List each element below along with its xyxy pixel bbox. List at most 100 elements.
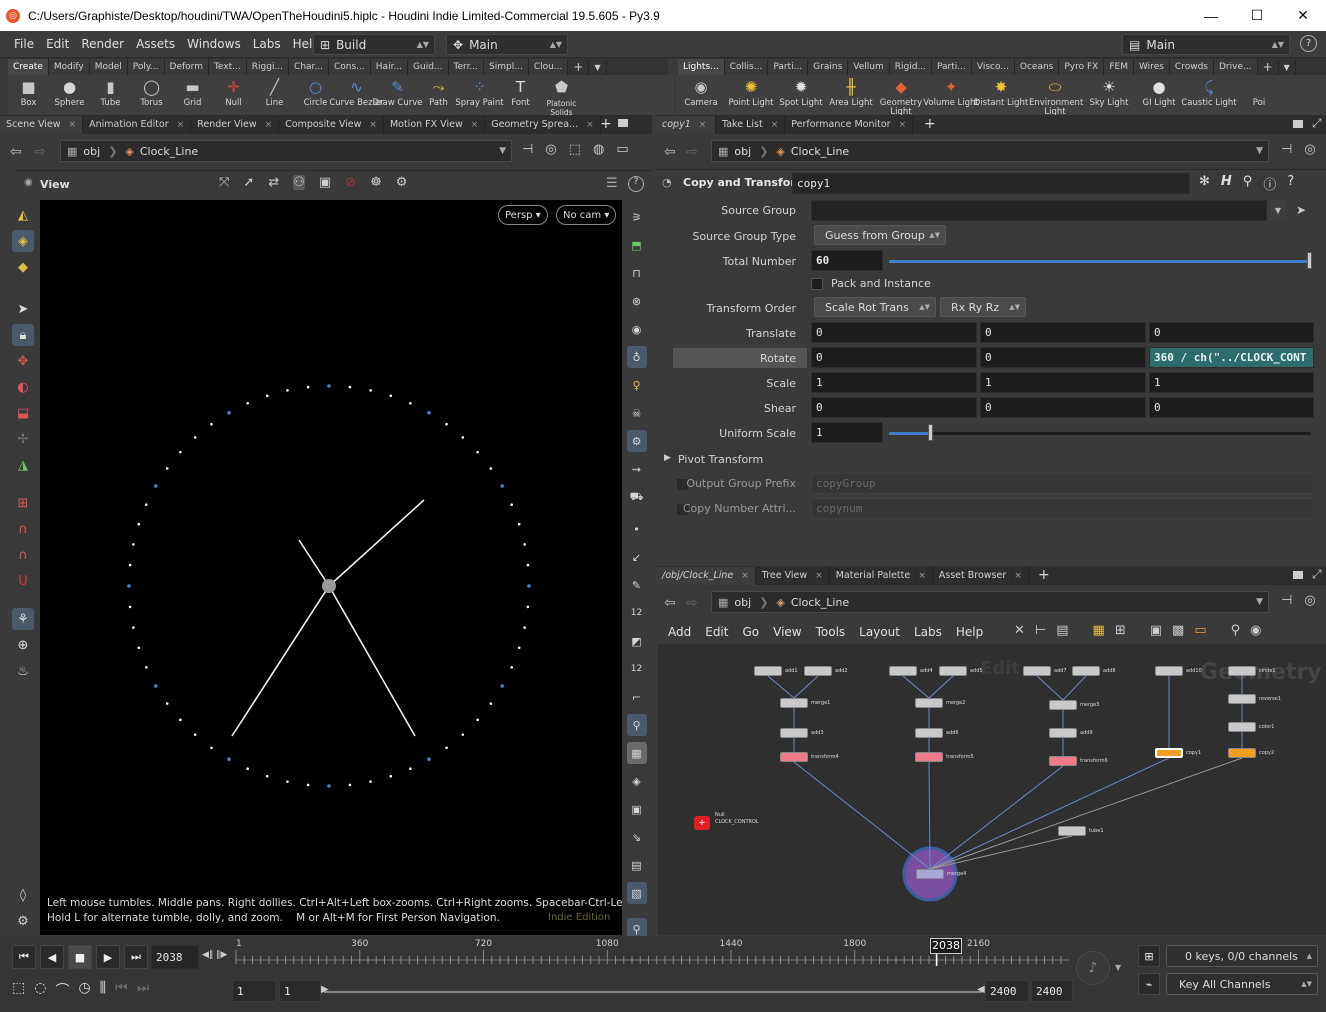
- shelf-tool-null[interactable]: ✛ Null: [213, 75, 254, 115]
- close-tab-icon[interactable]: ×: [771, 120, 779, 130]
- pane-menu-icon[interactable]: [1293, 120, 1303, 128]
- range-start-field-2[interactable]: 1: [279, 980, 321, 1002]
- play-forward-button[interactable]: ▶: [96, 945, 120, 969]
- display-option-icon[interactable]: ▧: [626, 882, 647, 904]
- chevron-down-icon[interactable]: ▼: [1115, 963, 1121, 972]
- net-menu-go[interactable]: Go: [735, 625, 766, 639]
- list-icon[interactable]: ▤: [1056, 623, 1068, 638]
- display-option-icon[interactable]: ◈: [627, 770, 647, 792]
- shelf-tab[interactable]: Terr...: [448, 59, 485, 75]
- arrow-tool-icon[interactable]: ➤: [12, 298, 34, 320]
- network-node[interactable]: [1072, 666, 1100, 676]
- close-tab-icon[interactable]: ×: [369, 120, 377, 130]
- key-all-channels-button[interactable]: Key All Channels ▲▼: [1166, 973, 1318, 995]
- cube-icon[interactable]: ⬚: [569, 142, 581, 157]
- link-icon[interactable]: ◎: [545, 142, 556, 157]
- param-path-field[interactable]: ▦ obj ❯ ◈ Clock_Line ▼: [711, 140, 1269, 162]
- link-icon[interactable]: ◎: [1304, 142, 1315, 157]
- network-node[interactable]: [1049, 756, 1077, 766]
- network-box-icon[interactable]: ▭: [1194, 623, 1206, 638]
- settings-icon[interactable]: ⚙: [396, 175, 408, 190]
- maximize-button[interactable]: ☐: [1234, 0, 1280, 31]
- pane-tab[interactable]: Material Palette ×: [830, 566, 933, 585]
- null-node-icon[interactable]: ✛: [694, 816, 710, 830]
- shelf-menu-icon[interactable]: ▼: [1279, 59, 1296, 75]
- network-node[interactable]: [1058, 826, 1086, 836]
- snap-curve-icon[interactable]: ∩: [12, 544, 34, 566]
- network-node[interactable]: [780, 728, 808, 738]
- shelf-tool-poi[interactable]: Poi: [1234, 75, 1284, 115]
- close-tab-icon[interactable]: ×: [741, 571, 749, 581]
- maximize-pane-icon[interactable]: ⤢: [1312, 116, 1322, 131]
- render-icon[interactable]: ☸: [370, 175, 382, 190]
- handle-tool-icon[interactable]: ◮: [12, 454, 34, 476]
- pane-tab[interactable]: Motion FX View ×: [384, 115, 486, 134]
- display-option-icon[interactable]: ⇝: [627, 458, 647, 480]
- shelf-tool-curve-bezier[interactable]: ∿ Curve Bezier: [329, 75, 383, 115]
- shelf-tool-gi-light[interactable]: ● GI Light: [1134, 75, 1184, 115]
- close-button[interactable]: ✕: [1280, 0, 1326, 31]
- color-palette-icon[interactable]: ▦: [1093, 623, 1105, 638]
- pose-tool-icon[interactable]: ✢: [12, 428, 34, 450]
- display-option-icon[interactable]: ◩: [627, 630, 647, 652]
- close-tab-icon[interactable]: ×: [699, 120, 707, 130]
- net-menu-labs[interactable]: Labs: [907, 625, 949, 639]
- shelf-tool-line[interactable]: ╱ Line: [254, 75, 295, 115]
- add-shelf-icon[interactable]: +: [568, 59, 590, 75]
- network-node[interactable]: [1155, 666, 1183, 676]
- loop-icon[interactable]: ◌: [34, 980, 46, 1000]
- select-tool-icon[interactable]: ◈: [12, 230, 34, 252]
- shelf-tool-draw-curve[interactable]: ✎ Draw Curve: [373, 75, 423, 115]
- close-tab-icon[interactable]: ×: [586, 120, 594, 130]
- step-back-icon[interactable]: ◀‖: [202, 950, 213, 960]
- snap-point-icon[interactable]: ∩: [12, 518, 34, 540]
- menu-assets[interactable]: Assets: [130, 37, 181, 51]
- shelf-tab[interactable]: Guid...: [408, 59, 449, 75]
- shelf-tool-area-light[interactable]: ╫ Area Light: [826, 75, 876, 115]
- select-tool-icon[interactable]: ◭: [12, 204, 34, 226]
- number-icon[interactable]: 12: [627, 658, 647, 680]
- realtime-icon[interactable]: ⬚: [12, 980, 25, 1000]
- pane-tab[interactable]: Scene View ×: [0, 115, 84, 134]
- wrench-icon[interactable]: ✕: [1014, 623, 1025, 638]
- network-node[interactable]: [804, 666, 832, 676]
- shelf-tab[interactable]: Char...: [289, 59, 329, 75]
- network-node[interactable]: [915, 728, 943, 738]
- add-tab-icon[interactable]: +: [1038, 567, 1050, 583]
- menu-file[interactable]: File: [8, 37, 40, 51]
- transform-order-menu[interactable]: Scale Rot Trans ▲▼: [814, 297, 936, 317]
- scale-x-field[interactable]: 1: [811, 372, 977, 393]
- range-start-handle[interactable]: ▶: [321, 984, 329, 995]
- shelf-tool-volume-light[interactable]: ✦ Volume Light: [923, 75, 979, 115]
- shelf-tab[interactable]: Simpl...: [484, 59, 529, 75]
- scale-tool-icon[interactable]: ⬓: [12, 402, 34, 424]
- display-options-icon[interactable]: ☰: [606, 176, 618, 191]
- close-tab-icon[interactable]: ×: [177, 120, 185, 130]
- translate-y-field[interactable]: 0: [980, 322, 1146, 343]
- select-arrow-icon[interactable]: ➚: [243, 175, 254, 190]
- display-option-icon[interactable]: ⬒: [627, 234, 647, 256]
- path-context[interactable]: obj: [734, 145, 751, 158]
- source-group-field[interactable]: [811, 200, 1267, 221]
- back-arrow-icon[interactable]: ⇦: [664, 144, 676, 160]
- shelf-tab[interactable]: Poly...: [127, 59, 165, 75]
- minimize-button[interactable]: —: [1188, 0, 1234, 31]
- network-node[interactable]: [1228, 694, 1256, 704]
- shelf-tool-spot-light[interactable]: ✹ Spot Light: [776, 75, 826, 115]
- menu-render[interactable]: Render: [75, 37, 130, 51]
- help-icon[interactable]: ?: [1300, 35, 1317, 52]
- network-path-field[interactable]: ▦ obj ❯ ◈ Clock_Line ▼: [711, 591, 1269, 613]
- shelf-tab[interactable]: Riggi...: [246, 59, 290, 75]
- pane-tab[interactable]: /obj/Clock_Line ×: [656, 566, 756, 585]
- display-option-icon[interactable]: ▤: [627, 854, 647, 876]
- network-node[interactable]: [1228, 722, 1256, 732]
- close-tab-icon[interactable]: ×: [69, 120, 77, 130]
- pane-tab[interactable]: Render View ×: [191, 115, 280, 134]
- shear-y-field[interactable]: 0: [980, 397, 1146, 418]
- snap-icon[interactable]: ⇄: [268, 175, 279, 190]
- magnet-icon[interactable]: U: [12, 570, 34, 592]
- back-arrow-icon[interactable]: ⇦: [10, 144, 22, 160]
- shelf-tool-tube[interactable]: ▮ Tube: [90, 75, 131, 115]
- checker-icon[interactable]: ▦: [626, 742, 647, 764]
- shelf-tab[interactable]: Drive...: [1213, 59, 1258, 75]
